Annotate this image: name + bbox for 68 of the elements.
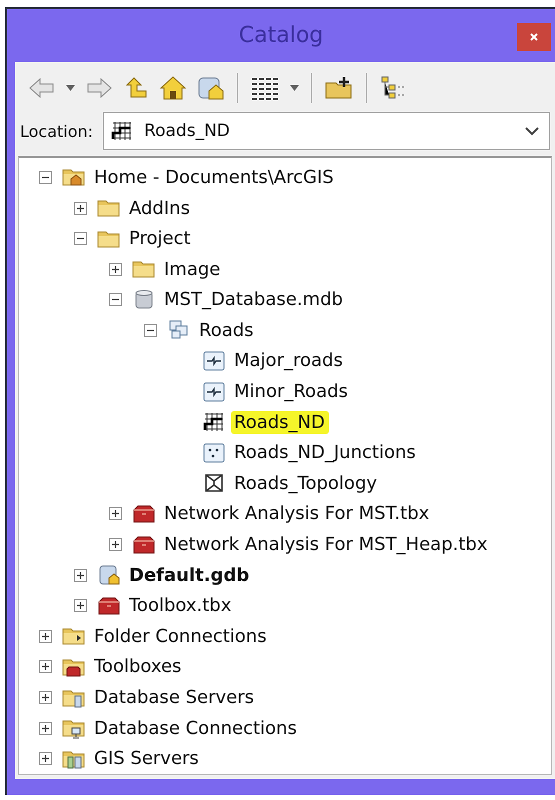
home-icon (159, 75, 187, 102)
view-dropdown[interactable] (288, 83, 301, 94)
plus-icon (41, 662, 50, 672)
expand-toggle[interactable] (39, 691, 52, 704)
caret-icon (290, 85, 299, 92)
location-label: Location: (20, 122, 94, 141)
plus-icon (41, 754, 50, 764)
tree-item[interactable]: Database Servers (91, 686, 258, 710)
window-title: Catalog (238, 23, 324, 48)
tree-item[interactable]: Folder Connections (91, 624, 271, 648)
tree-item[interactable]: Home - Documents\ArcGIS (91, 166, 338, 189)
chevron-down-icon (525, 126, 539, 136)
tree-item[interactable]: Roads_ND_Junctions (231, 441, 420, 464)
expand-toggle[interactable] (74, 568, 87, 582)
tree-item[interactable]: Major_roads (231, 349, 347, 372)
plus-icon (41, 693, 50, 702)
plus-icon (111, 264, 120, 274)
collapse-toggle[interactable] (109, 293, 122, 306)
line-class-icon (202, 348, 226, 373)
tree-item[interactable]: Roads_ND (231, 410, 329, 434)
caret-icon (66, 85, 75, 92)
tree-view-icon (379, 75, 407, 102)
expand-toggle[interactable] (74, 599, 87, 612)
database-home-icon (197, 75, 225, 102)
tree-item[interactable]: Default.gdb (126, 564, 254, 587)
line-class-icon (202, 380, 226, 404)
close-button[interactable] (517, 23, 551, 51)
tree-item[interactable]: Toolboxes (91, 655, 186, 678)
details-list-icon (250, 75, 280, 102)
expand-toggle[interactable] (39, 660, 52, 674)
expand-toggle[interactable] (109, 262, 122, 276)
left-arrow-icon (28, 76, 56, 100)
tree-item[interactable]: Toolbox.tbx (126, 594, 236, 618)
expand-toggle[interactable] (39, 752, 52, 766)
expand-toggle[interactable] (39, 630, 52, 643)
collapse-toggle[interactable] (39, 170, 52, 184)
tree-item[interactable]: Image (161, 258, 224, 281)
expand-toggle[interactable] (74, 202, 87, 215)
plus-icon (111, 540, 120, 550)
tree-item[interactable]: Network Analysis For MST_Heap.tbx (161, 533, 492, 556)
tree-item[interactable]: Project (126, 227, 195, 250)
tree-item[interactable]: Roads_Topology (231, 472, 382, 495)
close-icon (529, 32, 539, 42)
plus-icon (76, 204, 85, 213)
collapse-toggle[interactable] (144, 324, 157, 337)
tree-item[interactable]: GIS Servers (91, 747, 203, 770)
right-arrow-icon (85, 76, 113, 100)
tree-item[interactable]: Minor_Roads (231, 380, 352, 404)
geodatabase-icon (97, 563, 121, 588)
point-class-icon (202, 440, 226, 465)
tree-item[interactable]: Roads (196, 318, 258, 342)
expand-toggle[interactable] (109, 507, 122, 520)
plus-icon (76, 570, 85, 580)
folder-plus-icon (324, 75, 354, 102)
back-dropdown[interactable] (64, 83, 77, 94)
plus-icon (111, 509, 120, 518)
plus-icon (41, 632, 50, 641)
tree-item[interactable]: AddIns (126, 196, 194, 220)
plus-icon (41, 724, 50, 733)
tree-item[interactable]: Network Analysis For MST.tbx (161, 502, 434, 526)
tree-item[interactable]: Database Connections (91, 716, 301, 740)
collapse-toggle[interactable] (74, 232, 87, 246)
plus-icon (76, 601, 85, 610)
location-value: Roads_ND (144, 121, 231, 142)
expand-toggle[interactable] (39, 722, 52, 735)
expand-toggle[interactable] (109, 538, 122, 552)
tree-item[interactable]: MST_Database.mdb (161, 288, 347, 312)
location-field[interactable]: Roads_ND (103, 112, 550, 150)
